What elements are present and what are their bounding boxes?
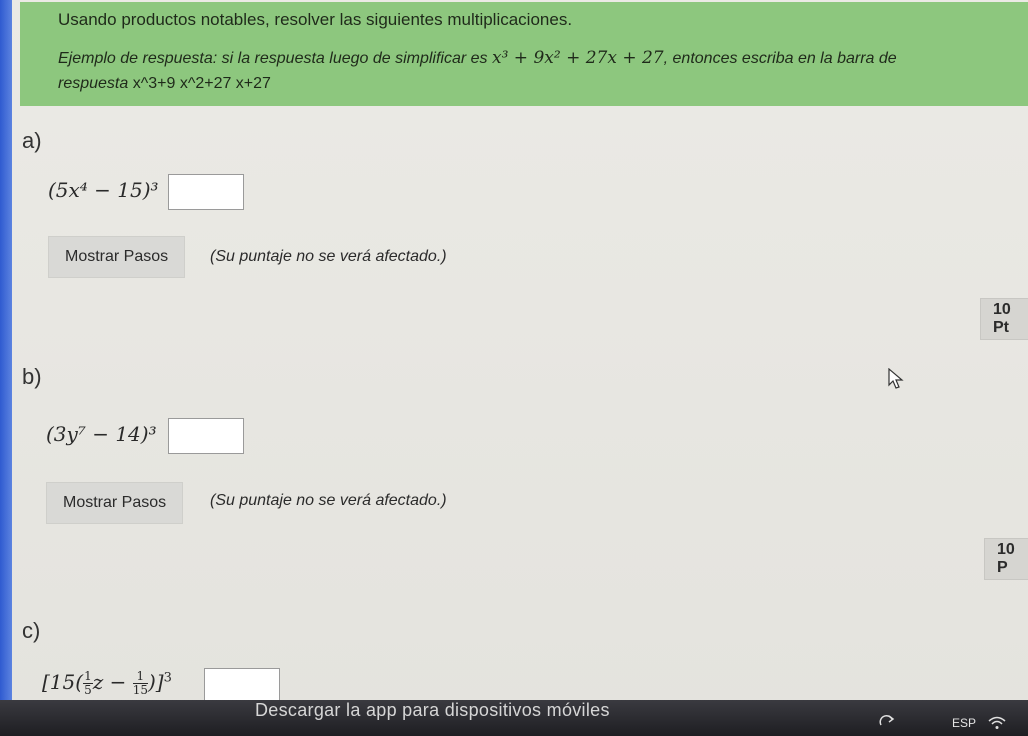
part-b-steps-note: (Su puntaje no se verá afectado.) <box>210 492 447 509</box>
example-answer: x^3+9 x^2+27 x+27 <box>132 74 271 92</box>
part-a-expression: (5x⁴ − 15)³ <box>48 178 159 202</box>
part-c-expr-power: 3 <box>163 670 172 686</box>
part-c-frac2-den: 15 <box>132 683 148 698</box>
part-b-show-steps-button[interactable]: Mostrar Pasos <box>46 482 184 524</box>
part-b-label: b) <box>22 364 42 389</box>
part-c-fraction-2: 1 15 <box>132 669 148 698</box>
left-window-edge <box>0 0 12 736</box>
example-suffix: , entonces escriba en la barra de <box>663 50 897 67</box>
part-c-frac1-num: 1 <box>83 669 93 685</box>
wifi-icon[interactable] <box>988 716 1006 730</box>
part-c-fraction-1: 15 <box>83 669 93 698</box>
part-b-answer-input[interactable] <box>168 418 244 454</box>
instructions-example: Ejemplo de respuesta: si la respuesta lu… <box>58 46 1028 96</box>
instructions-title: Usando productos notables, resolver las … <box>58 10 573 29</box>
part-a-points-badge: 10 Pt <box>980 298 1028 340</box>
part-c-frac1-den: 5 <box>84 683 92 698</box>
part-c-expr-suffix: )] <box>148 670 164 695</box>
part-c-expression: [15(1 5 z − 1 15)]3 <box>42 669 172 698</box>
part-c-expr-prefix: [15( <box>42 670 84 695</box>
example-line2-prefix: respuesta <box>58 74 133 92</box>
example-math: x³ + 9x² + 27x + 27 <box>492 48 664 68</box>
part-b-points-badge: 10 P <box>984 538 1028 580</box>
part-c-answer-input[interactable] <box>204 668 280 704</box>
part-b-expression: (3y⁷ − 14)³ <box>46 422 157 446</box>
mouse-pointer-icon <box>888 368 904 389</box>
part-a-show-steps-button[interactable]: Mostrar Pasos <box>48 236 186 278</box>
part-c-expr-mid: z − <box>92 670 133 695</box>
part-a-label: a) <box>22 128 42 153</box>
redo-icon[interactable] <box>878 714 896 728</box>
download-app-banner[interactable]: Descargar la app para dispositivos móvil… <box>255 700 610 721</box>
part-c-label: c) <box>22 618 41 643</box>
part-a-answer-input[interactable] <box>168 174 244 210</box>
example-prefix: Ejemplo de respuesta: si la respuesta lu… <box>58 50 492 67</box>
page-background <box>12 0 1028 718</box>
instructions-panel: Usando productos notables, resolver las … <box>20 2 1028 106</box>
language-indicator[interactable]: ESP <box>952 716 976 730</box>
part-a-steps-note: (Su puntaje no se verá afectado.) <box>210 248 447 265</box>
part-c-frac2-num: 1 <box>132 669 148 685</box>
